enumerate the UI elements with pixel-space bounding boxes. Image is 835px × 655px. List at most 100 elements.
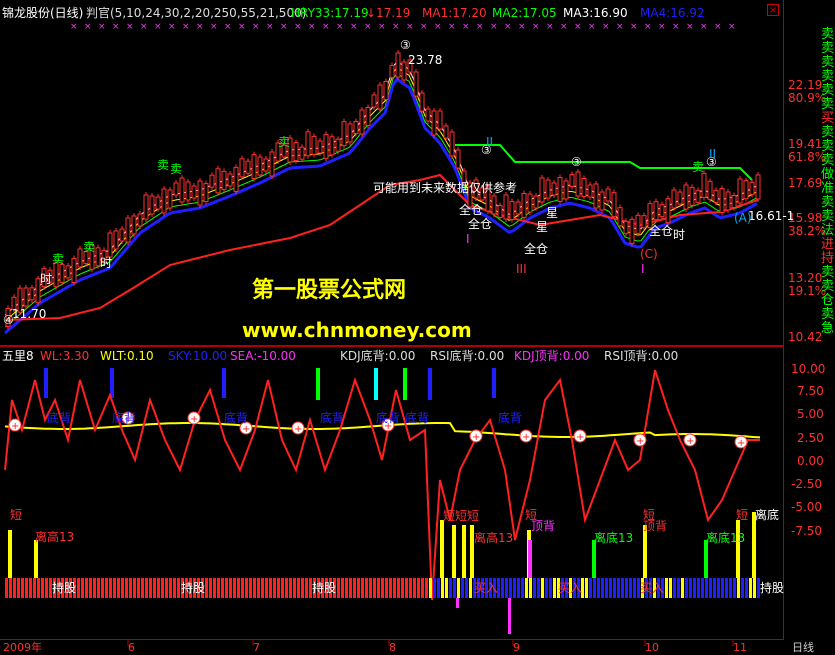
- position-strip-cell: [297, 578, 300, 598]
- sub-axis-tick: -7.50: [791, 524, 823, 538]
- off-high-signal: 离高13: [474, 531, 514, 545]
- position-strip-cell: [677, 578, 680, 598]
- position-strip-cell: [701, 578, 704, 598]
- position-strip-cell: [377, 578, 380, 598]
- top-signal-mark: ×: [112, 22, 120, 32]
- short-signal: 短: [455, 509, 468, 523]
- candle-body: [257, 156, 263, 176]
- position-strip-cell: [721, 578, 724, 598]
- side-signal-char: 卖: [821, 55, 835, 70]
- wlt-value: WLT:0.10: [100, 349, 154, 363]
- position-strip-cell: [341, 578, 344, 598]
- position-strip-cell: [521, 578, 524, 598]
- top-signal-mark: ×: [616, 22, 624, 32]
- position-strip-cell: [625, 578, 628, 598]
- wave-marker: ③: [571, 155, 582, 169]
- date-tick: 2009年: [3, 641, 42, 654]
- position-strip-cell: [669, 578, 672, 598]
- candle-body: [581, 178, 587, 197]
- top-signal-mark: ×: [126, 22, 134, 32]
- candle-body: [431, 110, 437, 136]
- candle-body: [671, 189, 677, 209]
- candle-body: [425, 108, 431, 122]
- position-strip-cell: [161, 578, 164, 598]
- position-strip-cell: [753, 578, 756, 598]
- position-strip-cell: [613, 578, 616, 598]
- sub-axis-tick: -2.50: [791, 477, 823, 491]
- position-strip-cell: [553, 578, 556, 598]
- position-strip-cell: [429, 578, 432, 598]
- divergence-bar: [110, 368, 114, 398]
- candle-body: [701, 172, 707, 198]
- candle-body: [563, 180, 569, 200]
- side-signal-char: 持: [821, 251, 835, 266]
- top-signal-mark: ×: [140, 22, 148, 32]
- candle-body: [521, 193, 527, 218]
- candle-body: [209, 174, 215, 188]
- position-strip-cell: [113, 578, 116, 598]
- close-icon[interactable]: ×: [767, 4, 779, 16]
- candle-body: [455, 149, 461, 169]
- side-signal-char: 卖: [821, 307, 835, 322]
- candle-body: [383, 81, 389, 100]
- position-strip-cell: [137, 578, 140, 598]
- candle-body: [203, 183, 209, 203]
- period-label[interactable]: 日线: [792, 641, 814, 655]
- position-strip-cell: [233, 578, 236, 598]
- position-strip-cell: [25, 578, 28, 598]
- candle-body: [611, 192, 617, 218]
- position-strip-cell: [385, 578, 388, 598]
- rsi-top-value: RSI顶背:0.00: [604, 349, 679, 363]
- position-strip-cell: [725, 578, 728, 598]
- candle-body: [143, 194, 149, 220]
- side-signal-char: 买: [821, 111, 835, 126]
- top-signal-mark: ×: [252, 22, 260, 32]
- position-strip-cell: [33, 578, 36, 598]
- short-signal: 短: [736, 508, 749, 522]
- candle-body: [719, 188, 725, 213]
- position-strip-cell: [609, 578, 612, 598]
- top-signal-mark: ×: [462, 22, 470, 32]
- side-signal-char: 卖: [821, 195, 835, 210]
- off-low-signal: 离底13: [706, 531, 746, 545]
- buy-in-label: 买入: [640, 581, 665, 595]
- ma1-value: MA1:17.20: [422, 6, 487, 20]
- position-strip-cell: [357, 578, 360, 598]
- position-strip-cell: [441, 578, 444, 598]
- side-signal-char: 准: [821, 181, 835, 196]
- candle-body: [401, 61, 407, 81]
- position-strip-cell: [437, 578, 440, 598]
- position-strip-cell: [501, 578, 504, 598]
- time-signal: 时: [100, 256, 113, 270]
- candle-body: [377, 84, 383, 110]
- star-signal: 星: [536, 220, 549, 234]
- candle-body: [179, 177, 185, 203]
- top-signal-mark: ×: [322, 22, 330, 32]
- candle-body: [263, 158, 269, 172]
- position-strip-cell: [629, 578, 632, 598]
- sell-signal: 卖: [52, 252, 65, 266]
- time-signal: 时: [40, 272, 53, 286]
- candle-body: [329, 136, 335, 156]
- candle-body: [269, 151, 275, 177]
- top-signal-mark: ×: [476, 22, 484, 32]
- position-strip-cell: [45, 578, 48, 598]
- bottom-divergence-signal: 底背: [112, 411, 137, 425]
- top-signal-mark: ×: [84, 22, 92, 32]
- date-tick: 8: [389, 641, 396, 654]
- sell-signal: 卖: [278, 135, 291, 149]
- top-signal-mark: ×: [238, 22, 246, 32]
- short-signal: 短: [10, 508, 23, 522]
- candle-body: [599, 191, 605, 211]
- candle-body: [623, 220, 629, 234]
- top-signal-mark: ×: [532, 22, 540, 32]
- side-signal-char: 卖: [821, 279, 835, 294]
- candle-body: [617, 207, 623, 227]
- position-strip-cell: [621, 578, 624, 598]
- sell-signal: 卖: [83, 240, 96, 254]
- candle-body: [575, 171, 581, 197]
- position-strip-cell: [37, 578, 40, 598]
- position-strip-cell: [685, 578, 688, 598]
- candle-body: [107, 232, 113, 258]
- position-strip-cell: [89, 578, 92, 598]
